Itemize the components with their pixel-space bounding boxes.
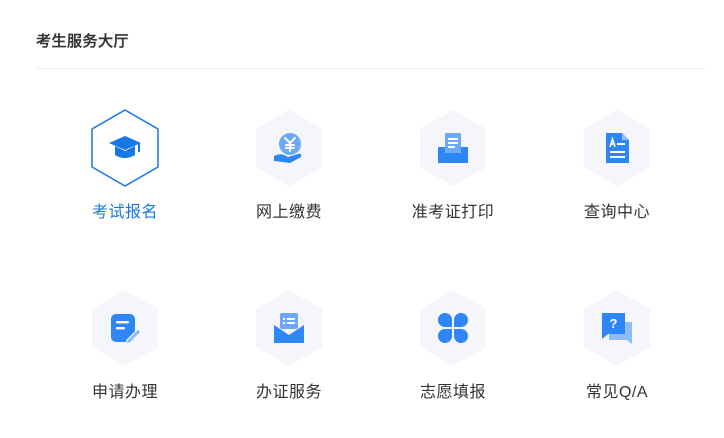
exam-service-hall: 考生服务大厅 考试报名 网上缴费 准考证打印 查询中心 申请办理 办证服务 志愿… <box>0 0 724 438</box>
service-certificate[interactable]: 办证服务 <box>207 288 371 438</box>
hex-badge <box>85 108 165 188</box>
service-label: 网上缴费 <box>255 204 322 221</box>
yen-coin-hand-icon <box>274 133 302 163</box>
service-label: 志愿填报 <box>419 384 486 401</box>
service-faq[interactable]: ? 常见Q/A <box>535 288 699 438</box>
chat-question-icon: ? <box>602 313 632 344</box>
envelope-card-icon <box>274 313 304 343</box>
divider <box>36 68 706 69</box>
hex-badge <box>249 288 329 368</box>
hex-badge: ? <box>577 288 657 368</box>
service-label: 考试报名 <box>91 204 158 221</box>
hex-badge <box>413 288 493 368</box>
edit-pen-icon <box>111 314 142 345</box>
hex-badge <box>249 108 329 188</box>
document-search-icon <box>606 133 629 163</box>
service-admission-ticket-print[interactable]: 准考证打印 <box>371 108 535 288</box>
service-label: 准考证打印 <box>411 204 495 221</box>
graduation-cap-icon <box>109 136 141 158</box>
service-application[interactable]: 申请办理 <box>43 288 207 438</box>
service-query-center[interactable]: 查询中心 <box>535 108 699 288</box>
svg-text:?: ? <box>610 316 618 331</box>
clover-icon <box>438 313 468 343</box>
service-label: 办证服务 <box>255 384 322 401</box>
printer-icon <box>438 133 468 163</box>
service-label: 常见Q/A <box>585 384 649 401</box>
service-exam-registration[interactable]: 考试报名 <box>43 108 207 288</box>
hex-badge <box>413 108 493 188</box>
service-online-payment[interactable]: 网上缴费 <box>207 108 371 288</box>
hex-badge <box>85 288 165 368</box>
service-label: 查询中心 <box>583 204 650 221</box>
hex-badge <box>577 108 657 188</box>
page-title: 考生服务大厅 <box>36 33 130 50</box>
service-volunteer-filling[interactable]: 志愿填报 <box>371 288 535 438</box>
service-grid: 考试报名 网上缴费 准考证打印 查询中心 申请办理 办证服务 志愿填报 ? 常见… <box>43 108 699 438</box>
service-label: 申请办理 <box>91 384 158 401</box>
